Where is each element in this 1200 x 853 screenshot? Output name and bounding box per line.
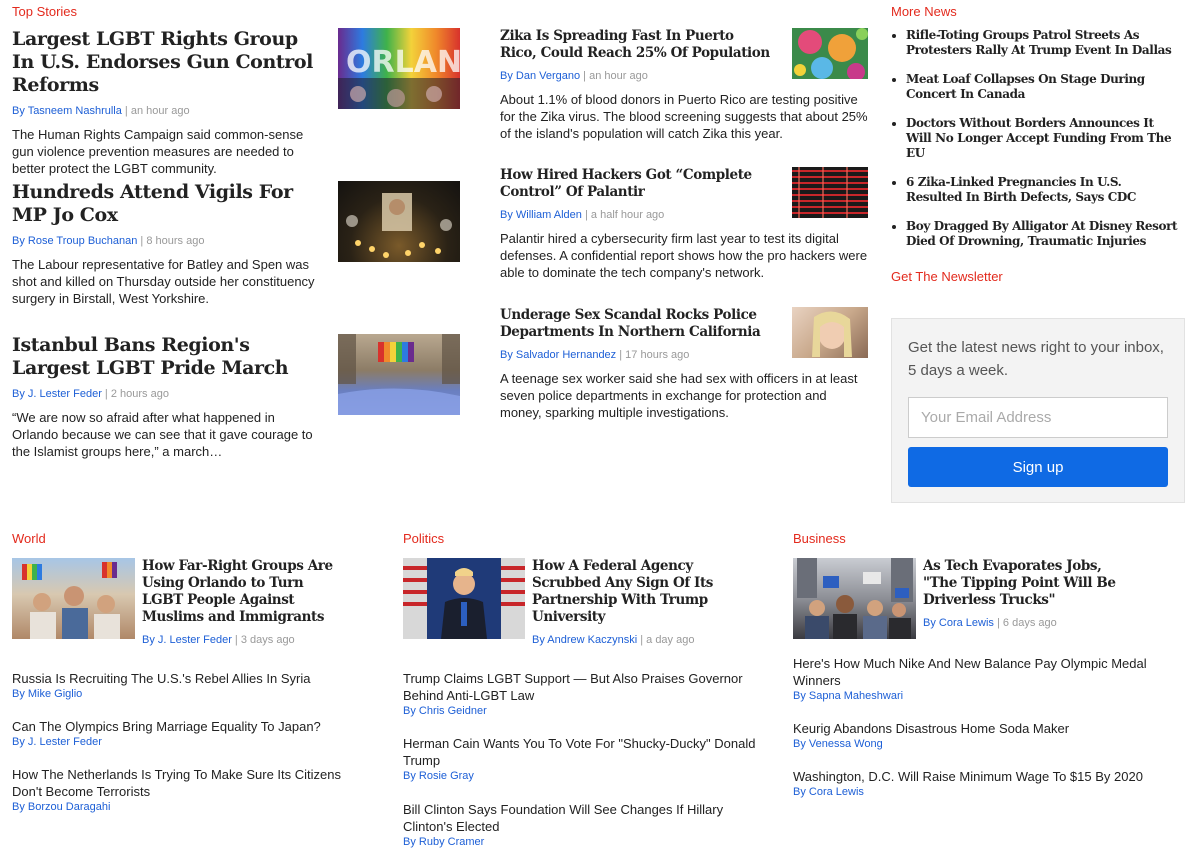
- timestamp: a half hour ago: [590, 209, 665, 221]
- protest-street-photo[interactable]: [793, 558, 916, 639]
- link-headline[interactable]: Trump Claims LGBT Support — But Also Pra…: [403, 670, 763, 704]
- story-headline[interactable]: How Hired Hackers Got “Complete Control”…: [500, 167, 770, 201]
- virus-illustration[interactable]: [792, 28, 868, 79]
- author-link[interactable]: By Dan Vergano: [500, 70, 580, 82]
- newsletter-box: Get the latest news right to your inbox,…: [891, 318, 1185, 503]
- world-link-1[interactable]: Russia Is Recruiting The U.S.'s Rebel Al…: [12, 670, 372, 701]
- story-headline[interactable]: Hundreds Attend Vigils For MP Jo Cox: [12, 181, 322, 227]
- author-link[interactable]: By J. Lester Feder: [12, 388, 102, 400]
- business-link-2[interactable]: Keurig Abandons Disastrous Home Soda Mak…: [793, 720, 1153, 751]
- more-news-item[interactable]: Doctors Without Borders Announces It Wil…: [891, 116, 1181, 161]
- link-headline[interactable]: Keurig Abandons Disastrous Home Soda Mak…: [793, 720, 1153, 737]
- link-headline[interactable]: Here's How Much Nike And New Balance Pay…: [793, 655, 1153, 689]
- story-headline[interactable]: Largest LGBT Rights Group In U.S. Endors…: [12, 28, 322, 97]
- data-screen-photo[interactable]: [792, 167, 868, 218]
- world-link-2[interactable]: Can The Olympics Bring Marriage Equality…: [12, 718, 372, 749]
- section-title-more-news[interactable]: More News: [891, 4, 957, 19]
- story-byline: By Cora Lewis | 6 days ago: [923, 617, 1057, 629]
- story-headline[interactable]: Istanbul Bans Region's Largest LGBT Prid…: [12, 334, 322, 380]
- author-link[interactable]: By Borzou Daragahi: [12, 800, 372, 814]
- author-link[interactable]: By Rose Troup Buchanan: [12, 235, 137, 247]
- section-title-business[interactable]: Business: [793, 531, 846, 546]
- author-link[interactable]: By William Alden: [500, 209, 582, 221]
- story-summary: The Human Rights Campaign said common-se…: [12, 127, 304, 176]
- section-title-world[interactable]: World: [12, 531, 46, 546]
- politics-link-2[interactable]: Herman Cain Wants You To Vote For "Shuck…: [403, 735, 763, 783]
- more-news-list: Rifle-Toting Groups Patrol Streets As Pr…: [891, 28, 1181, 263]
- pride-march-photo[interactable]: [338, 334, 460, 415]
- signup-button[interactable]: Sign up: [908, 447, 1168, 487]
- selfie-photo[interactable]: [792, 307, 868, 358]
- story-byline: By Tasneem Nashrulla | an hour ago: [12, 105, 190, 117]
- link-headline[interactable]: Washington, D.C. Will Raise Minimum Wage…: [793, 768, 1153, 785]
- story-summary: About 1.1% of blood donors in Puerto Ric…: [500, 92, 868, 141]
- story-summary: The Labour representative for Batley and…: [12, 257, 315, 306]
- business-link-3[interactable]: Washington, D.C. Will Raise Minimum Wage…: [793, 768, 1153, 799]
- politics-link-1[interactable]: Trump Claims LGBT Support — But Also Pra…: [403, 670, 763, 718]
- author-link[interactable]: By Venessa Wong: [793, 737, 1153, 751]
- story-summary: A teenage sex worker said she had sex wi…: [500, 371, 858, 420]
- story-byline: By Rose Troup Buchanan | 8 hours ago: [12, 235, 205, 247]
- world-link-3[interactable]: How The Netherlands Is Trying To Make Su…: [12, 766, 372, 814]
- world-feature-story[interactable]: How Far-Right Groups Are Using Orlando t…: [142, 558, 342, 647]
- author-link[interactable]: By J. Lester Feder: [142, 634, 232, 646]
- story-headline[interactable]: Zika Is Spreading Fast In Puerto Rico, C…: [500, 28, 770, 62]
- story-headline[interactable]: How Far-Right Groups Are Using Orlando t…: [142, 558, 342, 626]
- link-headline[interactable]: Bill Clinton Says Foundation Will See Ch…: [403, 801, 763, 835]
- author-link[interactable]: By Chris Geidner: [403, 704, 763, 718]
- story-headline[interactable]: Underage Sex Scandal Rocks Police Depart…: [500, 307, 770, 341]
- author-link[interactable]: By Ruby Cramer: [403, 835, 763, 849]
- link-headline[interactable]: Can The Olympics Bring Marriage Equality…: [12, 718, 372, 735]
- section-title-newsletter: Get The Newsletter: [891, 269, 1003, 284]
- author-link[interactable]: By Cora Lewis: [923, 617, 994, 629]
- more-news-item[interactable]: Rifle-Toting Groups Patrol Streets As Pr…: [891, 28, 1181, 58]
- timestamp: 2 hours ago: [110, 388, 169, 400]
- story-headline[interactable]: How A Federal Agency Scrubbed Any Sign O…: [532, 558, 732, 626]
- newsletter-description: Get the latest news right to your inbox,…: [908, 339, 1164, 379]
- author-link[interactable]: By Andrew Kaczynski: [532, 634, 637, 646]
- business-link-1[interactable]: Here's How Much Nike And New Balance Pay…: [793, 655, 1153, 703]
- politics-feature-story[interactable]: How A Federal Agency Scrubbed Any Sign O…: [532, 558, 732, 647]
- top-story-1[interactable]: Largest LGBT Rights Group In U.S. Endors…: [12, 28, 322, 177]
- story-summary: Palantir hired a cybersecurity firm last…: [500, 231, 868, 280]
- email-input[interactable]: [908, 397, 1168, 438]
- section-title-politics[interactable]: Politics: [403, 531, 444, 546]
- more-news-item[interactable]: Meat Loaf Collapses On Stage During Conc…: [891, 72, 1181, 102]
- author-link[interactable]: By Cora Lewis: [793, 785, 1153, 799]
- business-feature-story[interactable]: As Tech Evaporates Jobs, "The Tipping Po…: [923, 558, 1138, 630]
- author-link[interactable]: By Salvador Hernandez: [500, 349, 616, 361]
- story-headline[interactable]: As Tech Evaporates Jobs, "The Tipping Po…: [923, 558, 1138, 609]
- story-summary: “We are now so afraid after what happene…: [12, 410, 313, 459]
- svg-text:ORLANDO: ORLANDO: [346, 45, 460, 80]
- link-headline[interactable]: How The Netherlands Is Trying To Make Su…: [12, 766, 372, 800]
- author-link[interactable]: By Sapna Maheshwari: [793, 689, 1153, 703]
- politics-link-3[interactable]: Bill Clinton Says Foundation Will See Ch…: [403, 801, 763, 849]
- candlelight-vigil-photo[interactable]: [338, 181, 460, 262]
- link-headline[interactable]: Russia Is Recruiting The U.S.'s Rebel Al…: [12, 670, 372, 687]
- story-byline: By J. Lester Feder | 2 hours ago: [12, 388, 169, 400]
- author-link[interactable]: By Mike Giglio: [12, 687, 372, 701]
- rally-crowd-photo[interactable]: [12, 558, 135, 639]
- author-link[interactable]: By J. Lester Feder: [12, 735, 372, 749]
- top-story-2[interactable]: Hundreds Attend Vigils For MP Jo Cox By …: [12, 181, 322, 307]
- author-link[interactable]: By Rosie Gray: [403, 769, 763, 783]
- more-news-item[interactable]: Boy Dragged By Alligator At Disney Resor…: [891, 219, 1181, 249]
- more-news-item[interactable]: 6 Zika-Linked Pregnancies In U.S. Result…: [891, 175, 1181, 205]
- timestamp: a day ago: [646, 634, 695, 646]
- author-link[interactable]: By Tasneem Nashrulla: [12, 105, 122, 117]
- timestamp: 6 days ago: [1002, 617, 1057, 629]
- story-byline: By Andrew Kaczynski | a day ago: [532, 634, 695, 646]
- story-byline: By J. Lester Feder | 3 days ago: [142, 634, 295, 646]
- timestamp: 8 hours ago: [146, 235, 205, 247]
- timestamp: an hour ago: [589, 70, 648, 82]
- timestamp: an hour ago: [130, 105, 190, 117]
- podium-flags-photo[interactable]: [403, 558, 525, 639]
- section-title-top-stories[interactable]: Top Stories: [12, 4, 77, 19]
- timestamp: 3 days ago: [240, 634, 295, 646]
- link-headline[interactable]: Herman Cain Wants You To Vote For "Shuck…: [403, 735, 763, 769]
- timestamp: 17 hours ago: [625, 349, 690, 361]
- top-story-3[interactable]: Istanbul Bans Region's Largest LGBT Prid…: [12, 334, 322, 460]
- rainbow-letters-photo[interactable]: ORLANDO: [338, 28, 460, 109]
